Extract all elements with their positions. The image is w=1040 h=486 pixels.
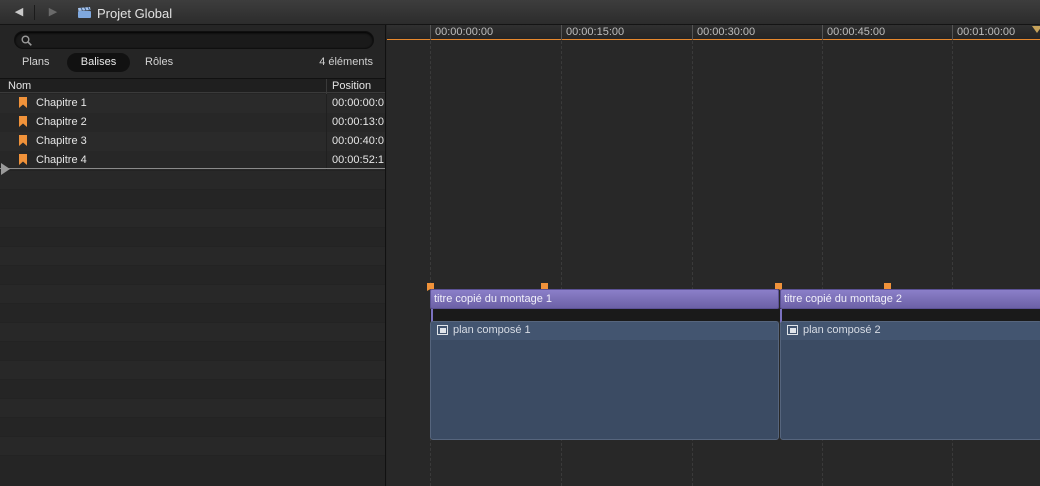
compound-clip[interactable]: plan composé 2	[780, 321, 1040, 440]
column-divider	[326, 113, 327, 132]
clip-label: plan composé 2	[803, 324, 881, 336]
marker-name: Chapitre 1	[36, 97, 87, 109]
empty-row	[0, 322, 385, 341]
empty-row	[0, 417, 385, 436]
index-pane: Plans Balises Rôles 4 éléments Nom Posit…	[0, 25, 386, 486]
tab-roles[interactable]: Rôles	[145, 53, 173, 72]
marker-icon	[19, 116, 27, 127]
empty-row	[0, 284, 385, 303]
title-clip[interactable]: titre copié du montage 1	[430, 289, 779, 309]
title-clip-label: titre copié du montage 1	[434, 293, 553, 305]
marker-icon	[19, 154, 27, 165]
list-item[interactable]: Chapitre 2 00:00:13:0	[0, 113, 385, 132]
forward-arrow-icon[interactable]: ▶	[46, 6, 60, 19]
marker-position: 00:00:52:1	[332, 154, 384, 166]
search-field[interactable]	[14, 31, 374, 49]
title-bar: ◀ ▶ Projet Global	[0, 0, 1040, 25]
marker-position: 00:00:40:0	[332, 135, 384, 147]
primary-storyline-gap	[430, 309, 1040, 321]
compound-clip[interactable]: plan composé 1	[430, 321, 779, 440]
list-header: Nom Position	[0, 78, 385, 94]
ruler-tick: 00:00:30:00	[692, 25, 755, 40]
column-header-position[interactable]: Position	[332, 80, 371, 92]
marker-name: Chapitre 2	[36, 116, 87, 128]
empty-row	[0, 398, 385, 417]
column-header-name[interactable]: Nom	[8, 80, 31, 92]
empty-row	[0, 341, 385, 360]
marker-icon	[19, 135, 27, 146]
timecode-ruler[interactable]: 00:00:00:00 00:00:15:00 00:00:30:00 00:0…	[387, 25, 1040, 40]
ruler-tick: 00:00:45:00	[822, 25, 885, 40]
marker-icon	[19, 97, 27, 108]
ruler-tick: 00:00:15:00	[561, 25, 624, 40]
empty-row	[0, 455, 385, 474]
empty-row	[0, 265, 385, 284]
tab-plans[interactable]: Plans	[22, 53, 50, 72]
clapperboard-icon	[78, 7, 91, 18]
marker-list: Chapitre 1 00:00:00:0 Chapitre 2 00:00:1…	[0, 94, 385, 486]
back-arrow-icon[interactable]: ◀	[12, 6, 26, 19]
marker-name: Chapitre 3	[36, 135, 87, 147]
marker-name: Chapitre 4	[36, 154, 87, 166]
item-count: 4 éléments	[319, 56, 373, 68]
skimmer-handle[interactable]	[1, 163, 10, 175]
title-clip[interactable]: titre copié du montage 2	[780, 289, 1040, 309]
column-divider[interactable]	[326, 79, 327, 94]
column-divider	[326, 94, 327, 113]
empty-row	[0, 189, 385, 208]
column-divider	[326, 132, 327, 151]
compound-clip-icon	[787, 325, 798, 335]
empty-row	[0, 303, 385, 322]
ruler-tick: 00:01:00:00	[952, 25, 1015, 40]
clip-header: plan composé 1	[431, 322, 778, 340]
timeline[interactable]: 00:00:00:00 00:00:15:00 00:00:30:00 00:0…	[387, 25, 1040, 486]
playhead-icon[interactable]	[1032, 26, 1040, 36]
tab-balises[interactable]: Balises	[67, 53, 130, 72]
list-item[interactable]: Chapitre 3 00:00:40:0	[0, 132, 385, 151]
clip-label: plan composé 1	[453, 324, 531, 336]
clip-header: plan composé 2	[781, 322, 1040, 340]
search-icon	[21, 35, 32, 46]
compound-clip-icon	[437, 325, 448, 335]
project-title: Projet Global	[97, 6, 173, 21]
title-clip-label: titre copié du montage 2	[784, 293, 903, 305]
ruler-tick: 00:00:00:00	[430, 25, 493, 40]
empty-row	[0, 360, 385, 379]
skimmer-line	[0, 168, 385, 169]
list-item[interactable]: Chapitre 1 00:00:00:0	[0, 94, 385, 113]
empty-row	[0, 436, 385, 455]
marker-position: 00:00:00:0	[332, 97, 384, 109]
empty-row	[0, 379, 385, 398]
empty-row	[0, 170, 385, 189]
empty-row	[0, 227, 385, 246]
empty-row	[0, 208, 385, 227]
marker-position: 00:00:13:0	[332, 116, 384, 128]
nav-separator	[34, 5, 35, 20]
empty-row	[0, 246, 385, 265]
